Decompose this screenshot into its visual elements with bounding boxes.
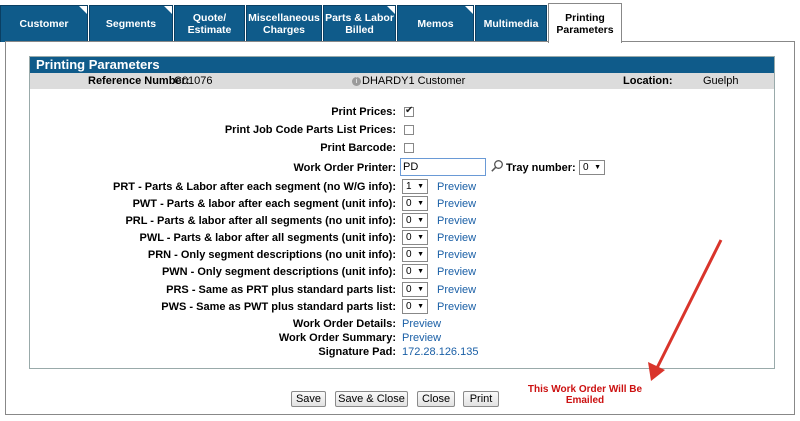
print-prices-checkbox[interactable] [404, 105, 414, 117]
preview-link[interactable]: Preview [437, 181, 476, 193]
preview-link[interactable]: Preview [437, 198, 476, 210]
barcode-row: Print Barcode: [0, 140, 800, 157]
location-value: Guelph [703, 75, 739, 87]
chevron-down-icon: ▼ [594, 164, 601, 171]
chevron-down-icon: ▼ [417, 268, 424, 275]
signature-pad-link[interactable]: 172.28.126.135 [402, 346, 478, 358]
report-row: PWN - Only segment descriptions (unit in… [0, 264, 800, 281]
work-order-printer-input[interactable]: PD [400, 158, 486, 176]
chevron-down-icon: ▼ [417, 183, 424, 190]
chevron-down-icon: ▼ [417, 200, 424, 207]
report-copies-select[interactable]: 0 ▼ [402, 196, 428, 211]
tab-printing-label: Printing Parameters [556, 11, 614, 36]
report-label: PWN - Only segment descriptions (unit in… [161, 266, 396, 278]
chevron-down-icon: ▼ [417, 234, 424, 241]
tab-miscellaneous-charges[interactable]: Miscellaneous Charges [246, 5, 322, 42]
report-label: PWT - Parts & labor after each segment (… [132, 198, 396, 210]
tab-customer[interactable]: Customer [0, 5, 88, 42]
report-label: PRL - Parts & labor after all segments (… [125, 215, 396, 227]
save-button[interactable]: Save [291, 391, 326, 407]
report-copies-select[interactable]: 0 ▼ [402, 282, 428, 297]
report-copies-value: 0 [406, 266, 412, 277]
job-code-row: Print Job Code Parts List Prices: [0, 122, 800, 139]
chevron-down-icon: ▼ [417, 286, 424, 293]
tab-printing-parameters[interactable]: Printing Parameters [548, 3, 622, 43]
report-copies-value: 0 [406, 232, 412, 243]
job-code-checkbox[interactable] [404, 125, 414, 135]
signature-pad-row: Signature Pad: 172.28.126.135 [0, 344, 800, 361]
preview-link[interactable]: Preview [437, 232, 476, 244]
print-prices-row: Print Prices: [0, 104, 800, 121]
report-row: PRL - Parts & labor after all segments (… [0, 213, 800, 230]
preview-link[interactable]: Preview [437, 266, 476, 278]
report-copies-select[interactable]: 0 ▼ [402, 264, 428, 279]
reference-number-value: C01076 [174, 75, 213, 87]
tray-number-select[interactable]: 0 ▼ [579, 160, 605, 175]
panel-title: Printing Parameters [30, 57, 774, 73]
work-order-summary-preview-link[interactable]: Preview [402, 332, 441, 344]
report-label: PWS - Same as PWT plus standard parts li… [161, 301, 396, 313]
work-order-details-preview-link[interactable]: Preview [402, 318, 441, 330]
preview-link[interactable]: Preview [437, 284, 476, 296]
report-row: PRS - Same as PRT plus standard parts li… [0, 282, 800, 299]
report-row: PWS - Same as PWT plus standard parts li… [0, 299, 800, 316]
chevron-down-icon: ▼ [417, 217, 424, 224]
search-icon[interactable] [490, 159, 504, 173]
save-close-button[interactable]: Save & Close [335, 391, 408, 407]
report-label: PRS - Same as PRT plus standard parts li… [166, 284, 396, 296]
tab-parts-labor-billed[interactable]: Parts & Labor Billed [323, 5, 396, 42]
report-copies-value: 0 [406, 215, 412, 226]
report-copies-value: 0 [406, 249, 412, 260]
work-order-summary-label: Work Order Summary: [278, 332, 396, 344]
print-prices-label: Print Prices: [331, 106, 396, 118]
report-copies-select[interactable]: 0 ▼ [402, 230, 428, 245]
report-row: PRT - Parts & Labor after each segment (… [0, 179, 800, 196]
work-order-details-label: Work Order Details: [292, 318, 396, 330]
barcode-checkbox[interactable] [404, 143, 414, 153]
report-row: PWT - Parts & labor after each segment (… [0, 196, 800, 213]
tab-quote-estimate-label: Quote/ Estimate [187, 12, 232, 36]
preview-link[interactable]: Preview [437, 249, 476, 261]
tab-memos[interactable]: Memos [397, 5, 474, 42]
report-copies-select[interactable]: 1 ▼ [402, 179, 428, 194]
customer-name: i DHARDY1 Customer [352, 73, 465, 89]
report-row: PWL - Parts & labor after all segments (… [0, 230, 800, 247]
tab-bar: Customer Segments Quote/ Estimate Miscel… [0, 0, 800, 43]
preview-link[interactable]: Preview [437, 301, 476, 313]
report-copies-select[interactable]: 0 ▼ [402, 299, 428, 314]
preview-link[interactable]: Preview [437, 215, 476, 227]
chevron-down-icon: ▼ [417, 303, 424, 310]
tray-number-value: 0 [583, 162, 589, 173]
print-button[interactable]: Print [463, 391, 499, 407]
tab-segments[interactable]: Segments [89, 5, 173, 42]
barcode-label: Print Barcode: [320, 142, 396, 154]
report-copies-select[interactable]: 0 ▼ [402, 213, 428, 228]
chevron-down-icon: ▼ [417, 251, 424, 258]
report-label: PWL - Parts & labor after all segments (… [139, 232, 397, 244]
report-copies-value: 0 [406, 284, 412, 295]
report-copies-value: 0 [406, 198, 412, 209]
signature-pad-label: Signature Pad: [318, 346, 396, 358]
customer-name-text: DHARDY1 Customer [362, 75, 466, 87]
location-label: Location: [623, 75, 673, 87]
tab-multimedia[interactable]: Multimedia [475, 5, 547, 42]
report-copies-value: 0 [406, 301, 412, 312]
info-icon[interactable]: i [352, 76, 361, 86]
job-code-label: Print Job Code Parts List Prices: [224, 124, 396, 136]
tab-parts-label: Parts & Labor Billed [325, 12, 394, 36]
report-copies-value: 1 [406, 181, 412, 192]
tray-number-label: Tray number: [506, 162, 576, 174]
report-copies-select[interactable]: 0 ▼ [402, 247, 428, 262]
tab-misc-label: Miscellaneous Charges [248, 12, 320, 36]
email-notice: This Work Order Will Be Emailed [527, 384, 643, 406]
tab-quote-estimate[interactable]: Quote/ Estimate [174, 5, 245, 42]
report-row: PRN - Only segment descriptions (no unit… [0, 247, 800, 264]
reference-bar: Reference Number: C01076 i DHARDY1 Custom… [30, 73, 774, 89]
report-label: PRN - Only segment descriptions (no unit… [147, 249, 396, 261]
report-label: PRT - Parts & Labor after each segment (… [113, 181, 396, 193]
close-button[interactable]: Close [417, 391, 455, 407]
printer-label: Work Order Printer: [293, 162, 397, 174]
